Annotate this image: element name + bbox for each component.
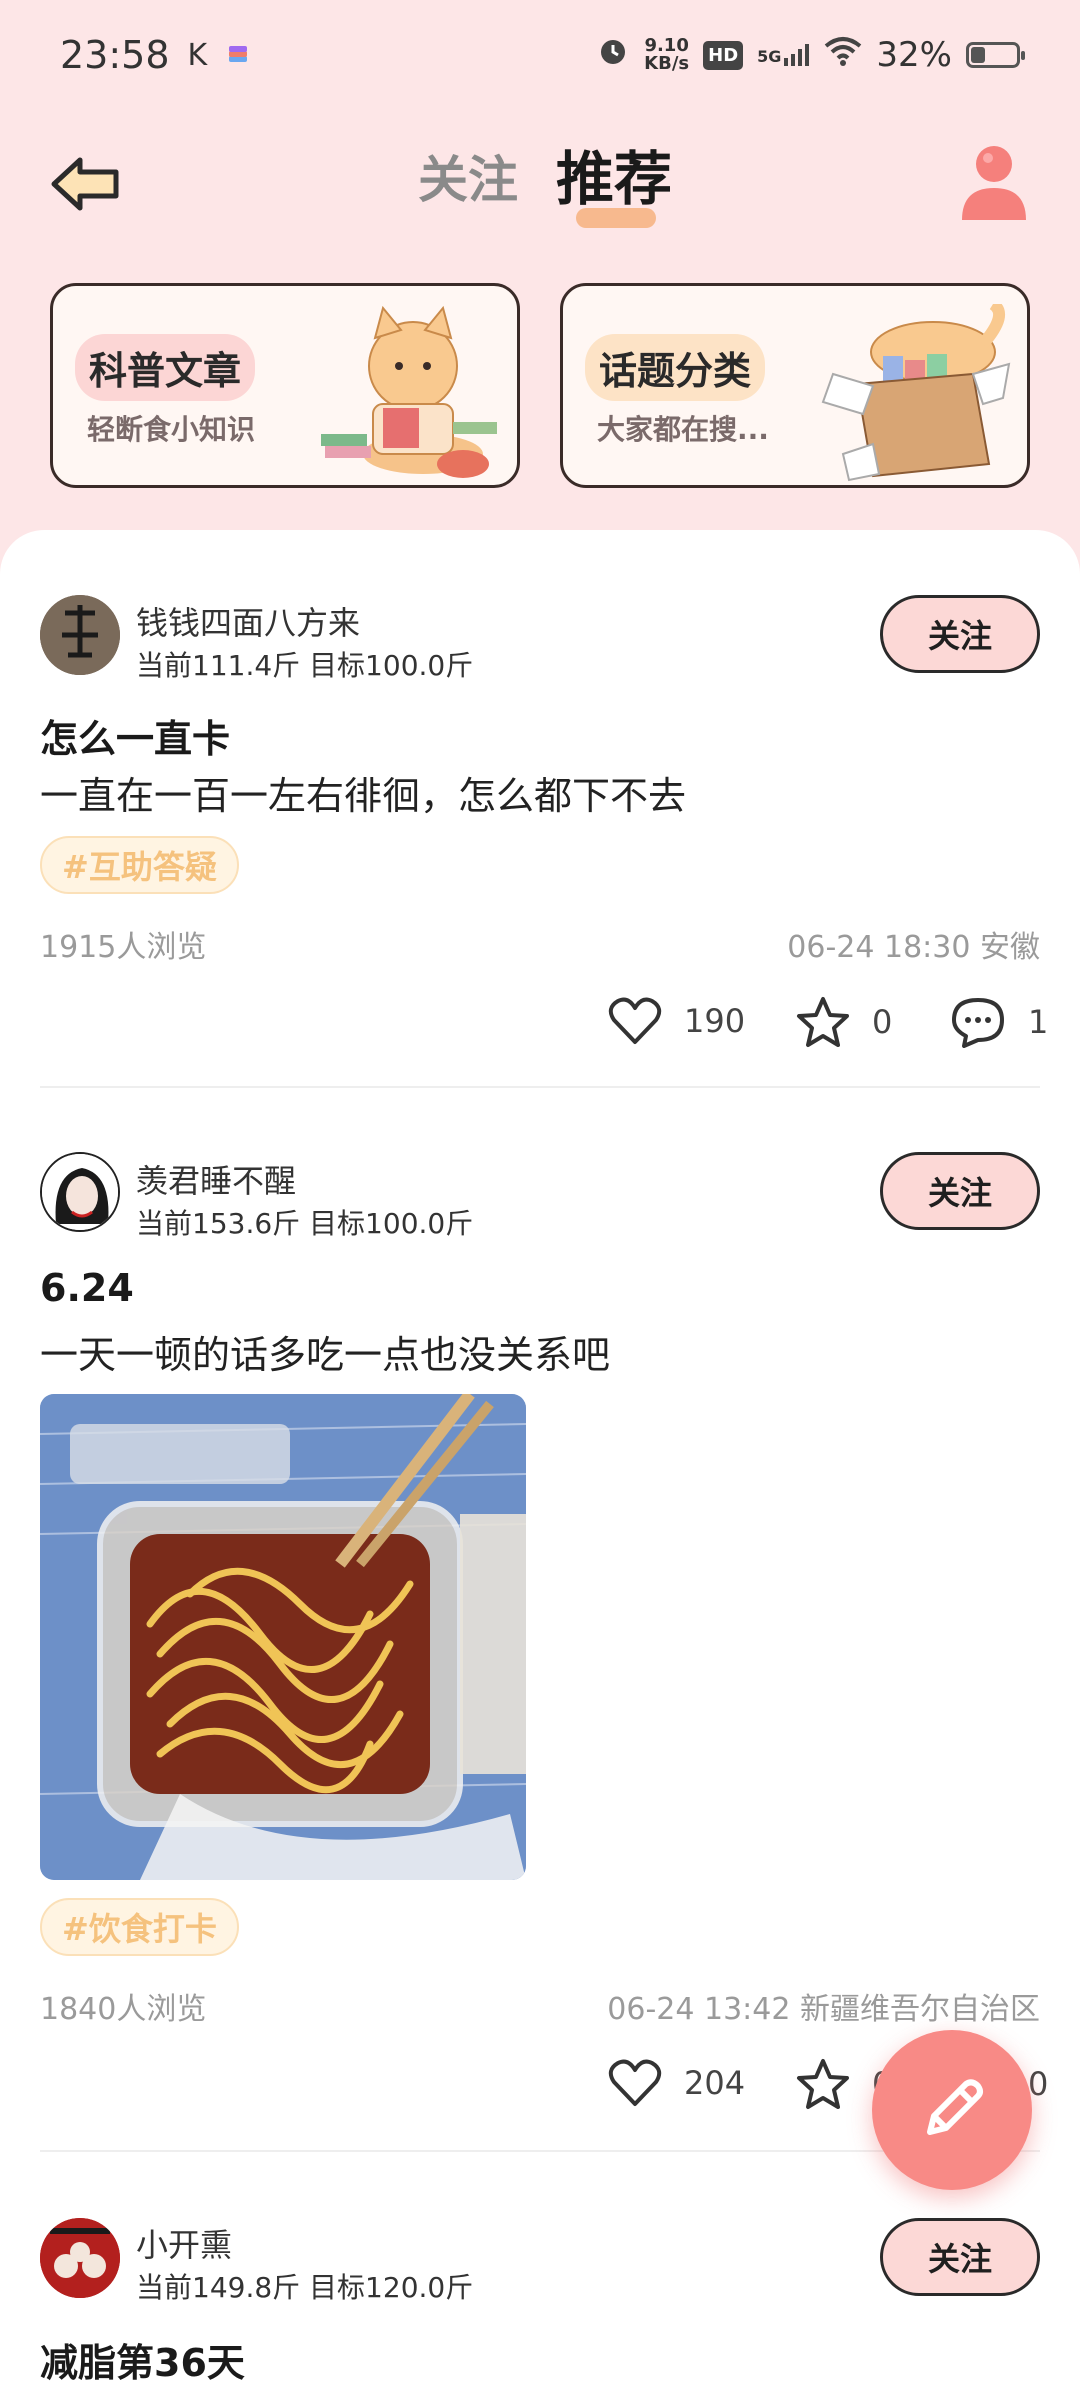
like-count: 204 <box>684 2064 746 2102</box>
follow-button[interactable]: 关注 <box>880 595 1040 673</box>
heart-icon <box>608 997 662 1044</box>
tab-follow[interactable]: 关注 <box>418 140 518 212</box>
science-articles-card[interactable]: 科普文章 轻断食小知识 <box>50 283 520 488</box>
username[interactable]: 小开熏 <box>136 2220 232 2266</box>
post-time-location: 06-24 13:42 新疆维吾尔自治区 <box>607 1992 1040 2027</box>
profile-button[interactable] <box>958 142 1030 224</box>
cat-reading-illustration <box>321 305 497 478</box>
like-count: 190 <box>684 1002 746 1040</box>
like-button[interactable]: 190 <box>608 996 745 1046</box>
weight-progress: 当前111.4斤 目标100.0斤 <box>136 649 474 682</box>
alarm-icon <box>596 34 630 77</box>
avatar[interactable] <box>40 2218 120 2298</box>
star-icon <box>797 997 849 1047</box>
username[interactable]: 羡君睡不醒 <box>136 1156 296 1202</box>
topic-tag[interactable]: #饮食打卡 <box>40 1898 239 1956</box>
card-subtitle: 轻断食小知识 <box>87 413 256 446</box>
post-title: 减脂第36天 <box>40 2341 245 2385</box>
topic-categories-card[interactable]: 话题分类 大家都在搜... <box>560 283 1030 488</box>
pencil-icon <box>927 2079 983 2135</box>
top-navigation: 关注 推荐 <box>0 130 1080 240</box>
card-title: 科普文章 <box>75 334 256 401</box>
card-subtitle: 大家都在搜... <box>597 413 769 446</box>
comment-button[interactable]: 1 <box>950 996 1048 1048</box>
tab-recommend[interactable]: 推荐 <box>556 132 672 216</box>
k-notification-icon: K <box>187 37 208 73</box>
back-button[interactable] <box>46 144 126 224</box>
post-image-noodles[interactable] <box>40 1394 526 1880</box>
post-body: 一天一顿的话多吃一点也没关系吧 <box>40 1333 611 1377</box>
signal-icon: 5G <box>757 44 810 66</box>
battery-percent: 32% <box>876 35 952 75</box>
wifi-icon <box>824 35 862 75</box>
post-time-location: 06-24 18:30 安徽 <box>787 930 1040 965</box>
network-speed: 9.10 KB/s <box>644 35 690 74</box>
heart-icon <box>608 2059 662 2106</box>
cat-in-box-illustration <box>821 304 1011 482</box>
star-icon <box>797 2059 849 2109</box>
status-bar: 23:58 K 9.10 KB/s HD 5G 32% <box>0 0 1080 110</box>
post-title: 6.24 <box>40 1266 134 1310</box>
noodles-photo <box>40 1394 526 1880</box>
post-body: 一直在一百一左右徘徊，怎么都下不去 <box>40 774 687 818</box>
stack-app-icon <box>225 33 251 77</box>
post-body: 今日体重149.8 累计减重18斤 东家瞎得1千个，家一家要筐 <box>40 2390 1043 2400</box>
avatar[interactable] <box>40 1152 120 1232</box>
favorite-count: 0 <box>872 1003 893 1041</box>
card-title: 话题分类 <box>585 334 766 401</box>
follow-button[interactable]: 关注 <box>880 1152 1040 1230</box>
back-arrow-icon <box>51 157 119 211</box>
active-tab-indicator <box>576 208 656 228</box>
compose-post-button[interactable] <box>872 2030 1032 2190</box>
username[interactable]: 钱钱四面八方来 <box>136 598 360 644</box>
view-count: 1840人浏览 <box>40 1992 207 2027</box>
weight-progress: 当前153.6斤 目标100.0斤 <box>136 1207 474 1240</box>
comment-count: 1 <box>1028 1003 1049 1041</box>
weight-progress: 当前149.8斤 目标120.0斤 <box>136 2271 474 2304</box>
user-icon <box>962 146 1026 220</box>
avatar[interactable] <box>40 595 120 675</box>
view-count: 1915人浏览 <box>40 930 207 965</box>
battery-icon <box>966 42 1025 68</box>
divider <box>40 1086 1040 1088</box>
topic-tag[interactable]: #互助答疑 <box>40 836 239 894</box>
favorite-button[interactable]: 0 <box>796 996 892 1048</box>
comment-icon <box>952 998 1004 1048</box>
follow-button[interactable]: 关注 <box>880 2218 1040 2296</box>
hd-icon: HD <box>703 40 744 70</box>
like-button[interactable]: 204 <box>608 2058 745 2108</box>
clock: 23:58 <box>60 33 170 77</box>
post-title: 怎么一直卡 <box>40 717 231 761</box>
